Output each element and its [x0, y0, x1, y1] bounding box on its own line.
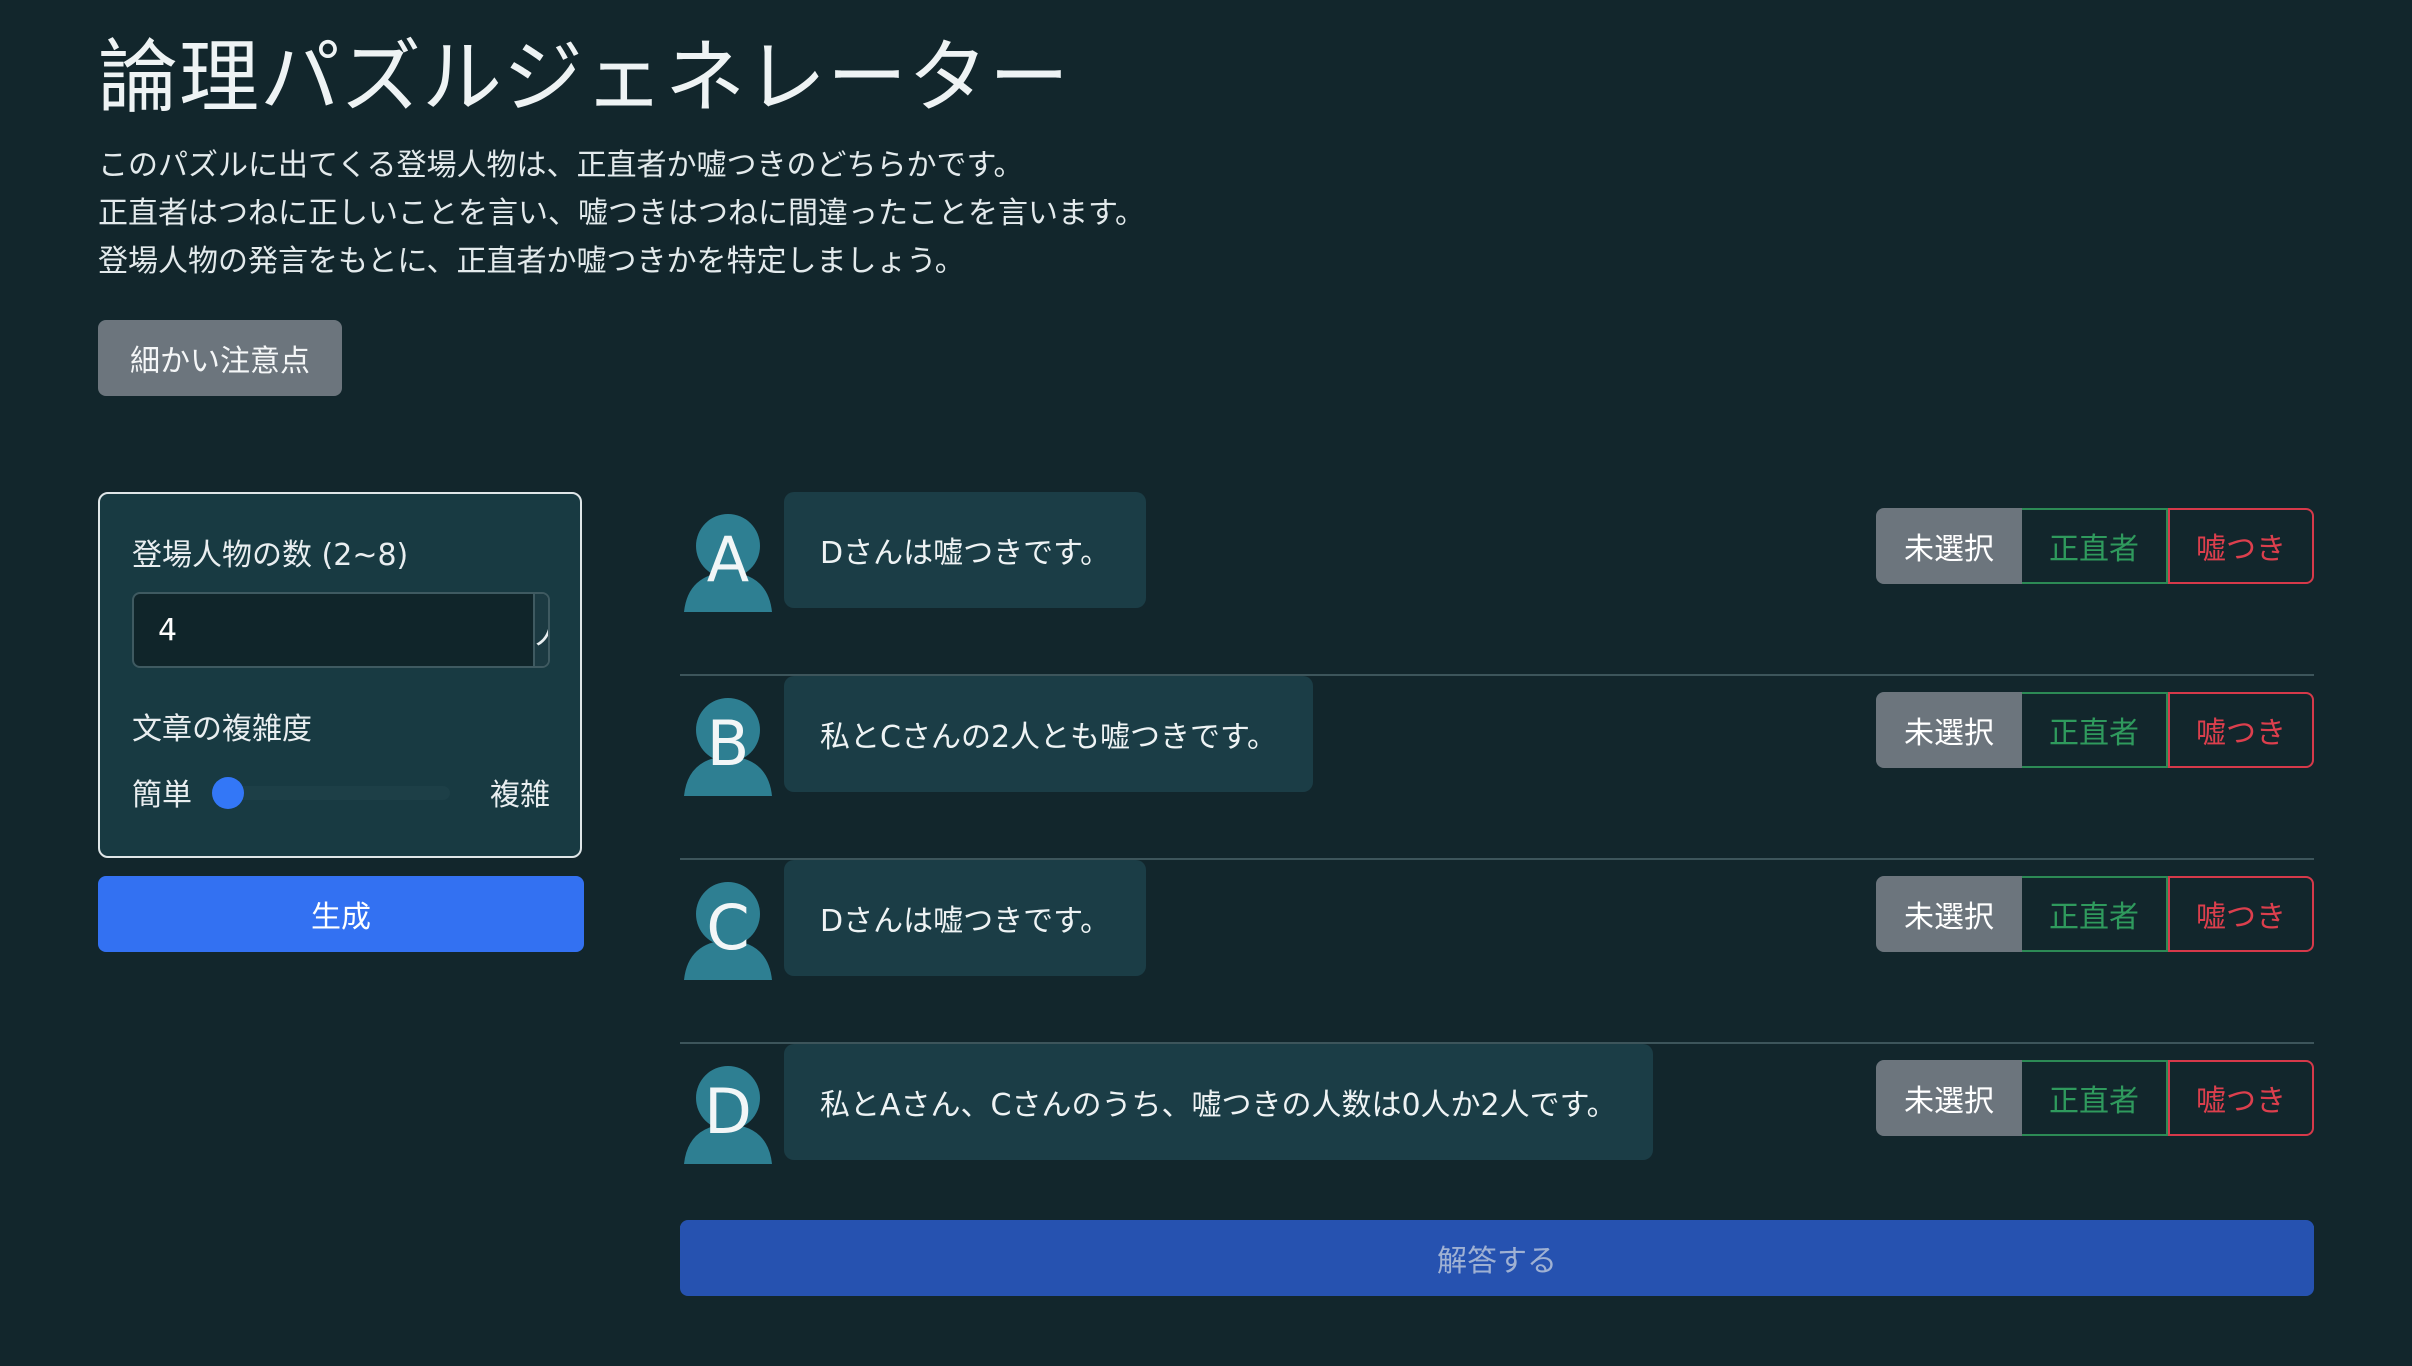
statement-row: D 私とAさん、Cさんのうち、嘘つきの人数は0人か2人です。 未選択 正直者 嘘…	[680, 1044, 2314, 1228]
character-count-input[interactable]	[134, 594, 533, 666]
notes-button[interactable]: 細かい注意点	[98, 320, 342, 396]
choice-honest[interactable]: 正直者	[2022, 1060, 2168, 1136]
description: このパズルに出てくる登場人物は、正直者か嘘つきのどちらかです。 正直者はつねに正…	[98, 142, 1145, 286]
answer-choice-group: 未選択 正直者 嘘つき	[1876, 692, 2314, 768]
choice-liar[interactable]: 嘘つき	[2168, 692, 2314, 768]
character-count-label: 登場人物の数 (2~8)	[132, 538, 409, 573]
description-line-2: 正直者はつねに正しいことを言い、嘘つきはつねに間違ったことを言います。	[98, 196, 1145, 231]
statement-row: A Dさんは嘘つきです。 未選択 正直者 嘘つき	[680, 492, 2314, 676]
choice-honest[interactable]: 正直者	[2022, 508, 2168, 584]
statement-list: A Dさんは嘘つきです。 未選択 正直者 嘘つき B 私とCさんの2人とも嘘つき…	[680, 492, 2314, 1228]
page: 論理パズルジェネレーター このパズルに出てくる登場人物は、正直者か嘘つきのどちら…	[0, 0, 2412, 1366]
character-count-group: 人	[132, 592, 550, 668]
speaker-letter: B	[706, 707, 750, 780]
complexity-slider-thumb[interactable]	[212, 777, 244, 809]
avatar: A	[682, 512, 774, 612]
generate-button[interactable]: 生成	[98, 876, 584, 952]
description-line-1: このパズルに出てくる登場人物は、正直者か嘘つきのどちらかです。	[98, 148, 1024, 183]
statement-bubble: 私とAさん、Cさんのうち、嘘つきの人数は0人か2人です。	[784, 1044, 1653, 1160]
settings-panel: 登場人物の数 (2~8) 人 文章の複雑度 簡単 複雑	[98, 492, 582, 858]
statement-bubble: 私とCさんの2人とも嘘つきです。	[784, 676, 1314, 792]
choice-unselected[interactable]: 未選択	[1876, 876, 2022, 952]
statement-row: C Dさんは嘘つきです。 未選択 正直者 嘘つき	[680, 860, 2314, 1044]
choice-unselected[interactable]: 未選択	[1876, 1060, 2022, 1136]
avatar: D	[682, 1064, 774, 1164]
submit-answer-button[interactable]: 解答する	[680, 1220, 2314, 1296]
choice-unselected[interactable]: 未選択	[1876, 508, 2022, 584]
answer-choice-group: 未選択 正直者 嘘つき	[1876, 508, 2314, 584]
choice-unselected[interactable]: 未選択	[1876, 692, 2022, 768]
description-line-3: 登場人物の発言をもとに、正直者か嘘つきかを特定しましょう。	[98, 244, 965, 279]
choice-liar[interactable]: 嘘つき	[2168, 876, 2314, 952]
statement-bubble: Dさんは嘘つきです。	[784, 860, 1147, 976]
speaker-letter: C	[706, 891, 750, 964]
answer-choice-group: 未選択 正直者 嘘つき	[1876, 876, 2314, 952]
speaker-letter: D	[704, 1075, 752, 1148]
complexity-min-label: 簡単	[132, 778, 192, 813]
complexity-slider-row: 簡単 複雑	[132, 766, 550, 814]
page-title: 論理パズルジェネレーター	[98, 31, 1070, 124]
statement-row: B 私とCさんの2人とも嘘つきです。 未選択 正直者 嘘つき	[680, 676, 2314, 860]
avatar: B	[682, 696, 774, 796]
answer-choice-group: 未選択 正直者 嘘つき	[1876, 1060, 2314, 1136]
avatar: C	[682, 880, 774, 980]
speaker-letter: A	[706, 523, 750, 596]
complexity-slider[interactable]	[212, 777, 450, 809]
choice-liar[interactable]: 嘘つき	[2168, 508, 2314, 584]
complexity-label: 文章の複雑度	[132, 712, 312, 747]
statement-bubble: Dさんは嘘つきです。	[784, 492, 1147, 608]
complexity-max-label: 複雑	[490, 778, 550, 813]
choice-honest[interactable]: 正直者	[2022, 692, 2168, 768]
choice-liar[interactable]: 嘘つき	[2168, 1060, 2314, 1136]
character-count-unit: 人	[533, 594, 548, 666]
choice-honest[interactable]: 正直者	[2022, 876, 2168, 952]
